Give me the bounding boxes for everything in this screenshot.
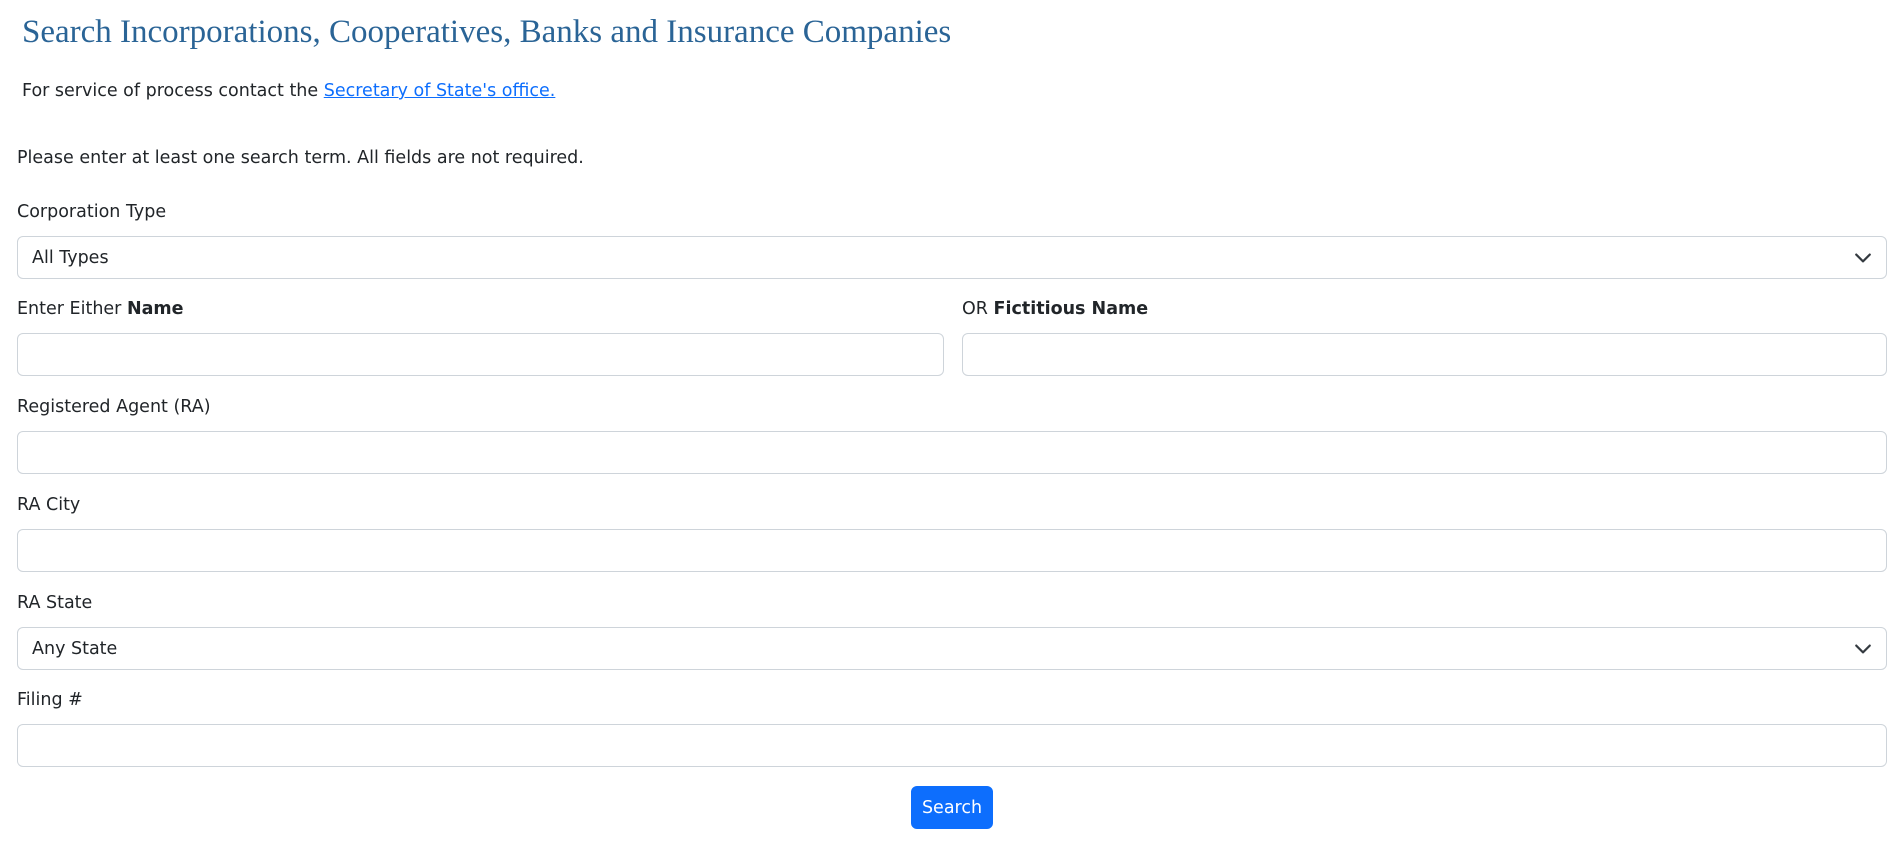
ra-state-label: RA State: [17, 593, 93, 613]
fictitious-name-label: OR Fictitious Name: [962, 299, 1148, 319]
fictitious-name-label-prefix: OR: [962, 299, 988, 319]
name-label-prefix: Enter Either: [17, 299, 122, 319]
search-button[interactable]: Search: [911, 786, 993, 829]
chevron-down-icon: [1855, 253, 1871, 263]
ra-state-select[interactable]: Any State: [17, 627, 1887, 670]
ra-city-label: RA City: [17, 495, 81, 515]
service-of-process-text: For service of process contact the Secre…: [22, 81, 555, 101]
name-input[interactable]: [17, 333, 944, 376]
secretary-of-state-link[interactable]: Secretary of State's office.: [324, 81, 556, 101]
registered-agent-input[interactable]: [17, 431, 1887, 474]
filing-number-input[interactable]: [17, 724, 1887, 767]
corporation-type-selected: All Types: [32, 247, 109, 268]
fictitious-name-input[interactable]: [962, 333, 1887, 376]
corporation-type-select[interactable]: All Types: [17, 236, 1887, 279]
name-label-bold: Name: [126, 299, 184, 319]
corporation-type-label: Corporation Type: [17, 202, 167, 222]
search-page: Search Incorporations, Cooperatives, Ban…: [0, 0, 1891, 841]
name-label: Enter Either Name: [17, 299, 184, 319]
chevron-down-icon: [1855, 644, 1871, 654]
search-notice: Please enter at least one search term. A…: [17, 148, 584, 168]
page-title: Search Incorporations, Cooperatives, Ban…: [22, 14, 952, 50]
fictitious-name-label-bold: Fictitious Name: [993, 299, 1149, 319]
filing-number-label: Filing #: [17, 690, 83, 710]
ra-city-input[interactable]: [17, 529, 1887, 572]
service-text-prefix: For service of process contact the: [22, 81, 319, 101]
registered-agent-label: Registered Agent (RA): [17, 397, 211, 417]
ra-state-selected: Any State: [32, 638, 118, 659]
